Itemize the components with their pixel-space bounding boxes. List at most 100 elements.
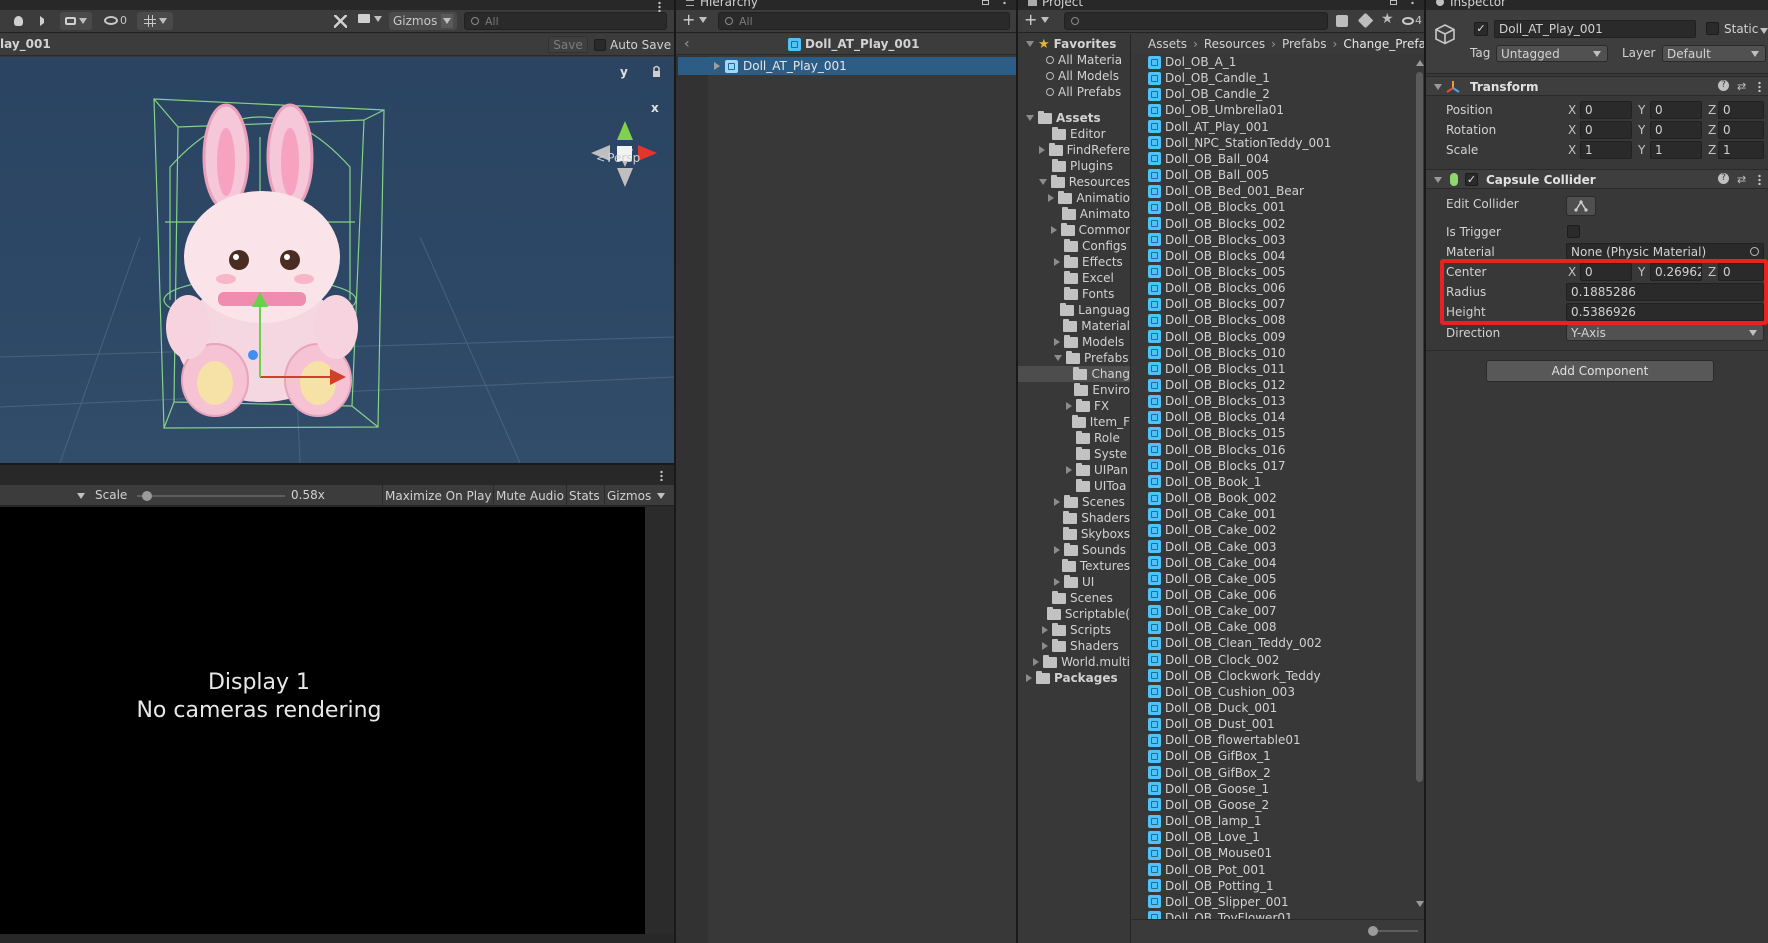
more-options-icon[interactable]	[658, 1, 661, 12]
expand-arrow-icon[interactable]	[1026, 674, 1032, 682]
expand-arrow-icon[interactable]	[1066, 402, 1072, 410]
expand-arrow-icon[interactable]	[1042, 626, 1048, 634]
folder-tree-item[interactable]: Models	[1018, 334, 1130, 350]
project-search-input[interactable]	[1064, 12, 1328, 30]
preset-icon[interactable]: ⇄	[1737, 173, 1746, 186]
asset-list-item[interactable]: Doll_OB_Book_1	[1148, 474, 1261, 490]
folder-tree-item[interactable]: Editor	[1018, 126, 1130, 142]
asset-list-item[interactable]: Doll_OB_Cake_005	[1148, 571, 1276, 587]
grid-toggle-button[interactable]	[137, 12, 173, 30]
assets-root[interactable]: Assets	[1018, 110, 1101, 126]
game-gizmos-button[interactable]: Gizmos	[604, 485, 667, 506]
auto-save-checkbox[interactable]	[594, 39, 606, 51]
asset-list-item[interactable]: Doll_OB_Cake_007	[1148, 603, 1276, 619]
x-field[interactable]: 0	[1580, 121, 1632, 139]
expand-arrow-icon[interactable]	[714, 62, 720, 70]
camera-settings-button[interactable]	[358, 14, 382, 23]
favorite-item[interactable]: All Materia	[1018, 52, 1122, 68]
folder-tree-item[interactable]: FX	[1018, 398, 1130, 414]
asset-list-item[interactable]: Doll_OB_Blocks_016	[1148, 442, 1286, 458]
asset-list-item[interactable]: Doll_NPC_StationTeddy_001	[1148, 135, 1331, 151]
folder-tree-item[interactable]: Fonts	[1018, 286, 1130, 302]
asset-list-item[interactable]: Doll_OB_Clean_Teddy_002	[1148, 635, 1322, 651]
asset-list-item[interactable]: Doll_OB_Blocks_012	[1148, 377, 1286, 393]
direction-dropdown[interactable]: Y-Axis	[1566, 324, 1764, 341]
icon-size-thumb[interactable]	[1368, 926, 1378, 936]
asset-list-scrollbar[interactable]	[1413, 56, 1424, 913]
tree-divider[interactable]	[1130, 34, 1131, 943]
expand-arrow-icon[interactable]	[1054, 578, 1060, 586]
maximize-on-play-button[interactable]: Maximize On Play	[382, 485, 494, 506]
asset-list-item[interactable]: Doll_OB_Blocks_017	[1148, 458, 1286, 474]
lightbulb-icon[interactable]	[14, 16, 23, 26]
asset-list-item[interactable]: Doll_OB_GifBox_1	[1148, 748, 1271, 764]
inspector-tab-label[interactable]: Inspector	[1450, 0, 1506, 9]
scroll-up-icon[interactable]	[1416, 60, 1424, 66]
folder-tree-item[interactable]: Scenes	[1018, 590, 1130, 606]
asset-list-item[interactable]: Doll_OB_Blocks_002	[1148, 216, 1286, 232]
folder-tree-item[interactable]: Effects	[1018, 254, 1130, 270]
lock-icon[interactable]	[1390, 0, 1397, 5]
asset-list-item[interactable]: Doll_OB_Slipper_001	[1148, 894, 1289, 910]
expand-arrow-icon[interactable]	[1033, 658, 1040, 666]
favorite-item[interactable]: All Prefabs	[1018, 84, 1121, 100]
project-hidden-toggle[interactable]: 4	[1402, 14, 1422, 27]
asset-list-item[interactable]: Doll_OB_Book_002	[1148, 490, 1277, 506]
more-options-icon[interactable]	[1758, 81, 1761, 92]
folder-tree-item[interactable]: Sounds	[1018, 542, 1130, 558]
more-options-icon[interactable]	[660, 470, 663, 481]
project-tab-label[interactable]: Project	[1042, 0, 1083, 9]
search-by-type-icon[interactable]	[1336, 15, 1348, 27]
asset-list-item[interactable]: Doll_OB_Blocks_011	[1148, 361, 1286, 377]
asset-list-item[interactable]: Doll_OB_Blocks_006	[1148, 280, 1286, 296]
folder-tree-item[interactable]: World.multi	[1018, 654, 1130, 670]
folder-tree-item[interactable]: Scenes	[1018, 494, 1130, 510]
asset-list-item[interactable]: Doll_OB_Cake_008	[1148, 619, 1276, 635]
folder-tree-item[interactable]: Excel	[1018, 270, 1130, 286]
breadcrumb-item[interactable]: Assets	[1148, 37, 1187, 51]
asset-list-item[interactable]: Doll_OB_Blocks_015	[1148, 425, 1286, 441]
asset-list-item[interactable]: Doll_OB_Dust_001	[1148, 716, 1275, 732]
expand-arrow-icon[interactable]	[1054, 546, 1060, 554]
collider-header[interactable]: ✓ Capsule Collider ? ⇄	[1426, 169, 1768, 189]
asset-list-item[interactable]: Doll_OB_lamp_1	[1148, 813, 1262, 829]
folder-tree-item[interactable]: Animato	[1018, 206, 1130, 222]
asset-list-item[interactable]: Dol_OB_A_1	[1148, 54, 1236, 70]
expand-arrow-icon[interactable]	[1050, 226, 1057, 234]
favorite-star-icon[interactable]: ★	[1381, 11, 1394, 27]
layer-dropdown[interactable]: Default	[1662, 45, 1766, 62]
material-field[interactable]: None (Physic Material)	[1566, 243, 1764, 260]
asset-list-item[interactable]: Doll_OB_Blocks_003	[1148, 232, 1286, 248]
project-create-button[interactable]: +	[1024, 12, 1050, 28]
object-name-field[interactable]: Doll_AT_Play_001	[1494, 20, 1696, 38]
folder-tree-item[interactable]: Textures	[1018, 558, 1130, 574]
folder-tree-item[interactable]: Resources	[1018, 174, 1130, 190]
effects-toggle-button[interactable]	[60, 12, 92, 30]
more-options-icon[interactable]	[1758, 174, 1761, 185]
stats-button[interactable]: Stats	[566, 485, 602, 506]
add-component-button[interactable]: Add Component	[1486, 360, 1714, 382]
asset-list-item[interactable]: Doll_OB_Ball_004	[1148, 151, 1269, 167]
more-options-icon[interactable]	[1003, 0, 1006, 5]
packages-root[interactable]: Packages	[1018, 670, 1118, 686]
collapse-arrow-icon[interactable]	[1434, 84, 1442, 90]
folder-tree-item[interactable]: Animatio	[1018, 190, 1130, 206]
help-icon[interactable]: ?	[1718, 173, 1729, 184]
y-field[interactable]: 0	[1650, 121, 1702, 139]
favorites-header[interactable]: ★ Favorites	[1018, 36, 1116, 52]
folder-tree-item[interactable]: Languag	[1018, 302, 1130, 318]
y-field[interactable]: 0	[1650, 101, 1702, 119]
asset-list-item[interactable]: Doll_OB_Goose_1	[1148, 781, 1269, 797]
mute-audio-button[interactable]: Mute Audio	[493, 485, 566, 506]
scene-viewport[interactable]: y x < Persp	[0, 57, 674, 463]
hierarchy-search-input[interactable]: All	[718, 12, 1010, 30]
edit-collider-button[interactable]	[1566, 196, 1596, 216]
game-display-scrollbar[interactable]	[645, 507, 674, 934]
asset-list-item[interactable]: Doll_OB_Blocks_014	[1148, 409, 1286, 425]
asset-list-item[interactable]: Doll_OB_Bed_001_Bear	[1148, 183, 1304, 199]
asset-list-item[interactable]: Dol_OB_Candle_2	[1148, 86, 1270, 102]
favorite-item[interactable]: All Models	[1018, 68, 1119, 84]
folder-tree-item[interactable]: FindRefere	[1018, 142, 1130, 158]
folder-tree-item[interactable]: Prefabs	[1018, 350, 1130, 366]
expand-arrow-icon[interactable]	[1054, 338, 1060, 346]
